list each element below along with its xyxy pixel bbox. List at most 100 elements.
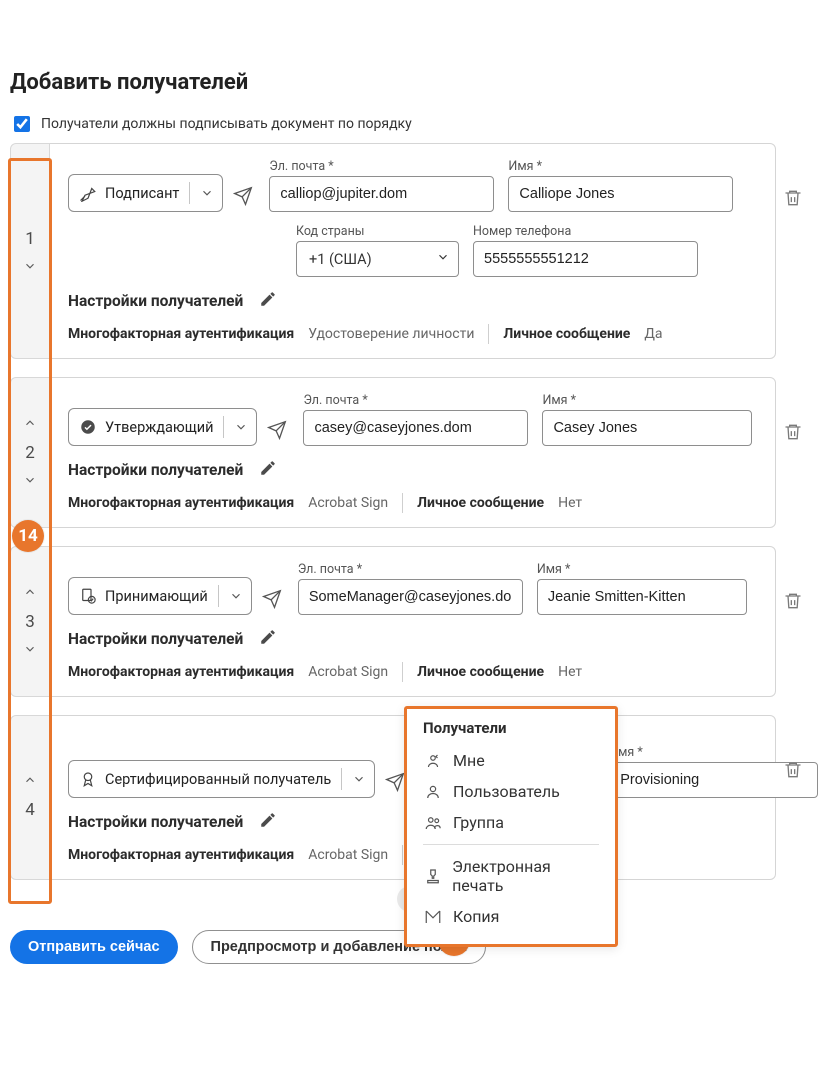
recipient-type-popup: Получатели Мне Пользователь Группа Элект… <box>404 706 618 947</box>
phone-input[interactable] <box>473 241 698 277</box>
name-input[interactable] <box>542 410 752 446</box>
pencil-icon <box>259 628 277 649</box>
paper-plane-icon[interactable] <box>262 583 284 609</box>
popup-item-group[interactable]: Группа <box>423 807 599 838</box>
name-label: Имя * <box>542 393 752 408</box>
role-label: Принимающий <box>105 588 208 605</box>
mfa-label: Многофакторная аутентификация <box>68 495 294 511</box>
pencil-icon <box>259 811 277 832</box>
page-title: Добавить получателей <box>10 70 810 95</box>
recipient-settings-title: Настройки получателей <box>68 813 243 831</box>
delete-recipient-button[interactable] <box>777 187 809 212</box>
country-code-value: +1 (США) <box>309 251 372 268</box>
order-checkbox-row[interactable]: Получатели должны подписывать документ п… <box>10 113 810 135</box>
edit-settings-button[interactable] <box>253 810 283 833</box>
ribbon-icon <box>79 770 97 788</box>
email-input[interactable] <box>298 579 523 615</box>
private-msg-value: Нет <box>558 664 582 680</box>
document-accept-icon <box>79 587 97 605</box>
country-code-label: Код страны <box>296 224 459 239</box>
popup-item-label: Копия <box>453 907 499 926</box>
user-icon <box>423 783 443 801</box>
mfa-label: Многофакторная аутентификация <box>68 847 294 863</box>
mfa-value: Acrobat Sign <box>308 847 388 863</box>
delete-recipient-button[interactable] <box>777 590 809 615</box>
delete-recipient-button[interactable] <box>777 421 809 446</box>
private-msg-label: Личное сообщение <box>503 326 630 342</box>
popup-item-me[interactable]: Мне <box>423 745 599 776</box>
recipient-settings-title: Настройки получателей <box>68 630 243 648</box>
trash-icon <box>783 760 803 783</box>
private-msg-value: Да <box>644 326 662 342</box>
private-msg-label: Личное сообщение <box>417 664 544 680</box>
edit-settings-button[interactable] <box>253 458 283 481</box>
edit-settings-button[interactable] <box>253 289 283 312</box>
name-label: Имя * <box>508 159 733 174</box>
email-label: Эл. почта * <box>269 159 494 174</box>
role-label: Сертифицированный получатель <box>105 771 331 788</box>
popup-item-label: Пользователь <box>453 782 560 801</box>
trash-icon <box>783 188 803 211</box>
recipient-card: Утверждающий Эл. почта * Имя * <box>49 377 776 528</box>
country-code-select[interactable]: +1 (США) <box>296 241 459 277</box>
role-select[interactable]: Сертифицированный получатель <box>68 760 375 798</box>
role-label: Утверждающий <box>105 419 213 436</box>
popup-divider <box>423 844 599 845</box>
email-input[interactable] <box>269 176 494 212</box>
delete-recipient-button[interactable] <box>777 759 809 784</box>
chevron-down-icon <box>200 186 214 200</box>
mfa-value: Удостоверение личности <box>308 326 474 342</box>
callout-highlight-14 <box>8 158 52 904</box>
phone-label: Номер телефона <box>473 224 698 239</box>
recipient-row: 3 Принимающий Эл. почта * <box>10 546 810 697</box>
paper-plane-icon[interactable] <box>233 180 255 206</box>
edit-settings-button[interactable] <box>253 627 283 650</box>
chevron-down-icon <box>234 420 248 434</box>
name-label: Имя * <box>537 562 747 577</box>
chevron-down-icon <box>352 772 366 786</box>
popup-item-label: Мне <box>453 751 485 770</box>
private-msg-label: Личное сообщение <box>417 495 544 511</box>
popup-item-label: Группа <box>453 813 504 832</box>
pencil-icon <box>259 290 277 311</box>
name-input[interactable] <box>537 579 747 615</box>
mfa-label: Многофакторная аутентификация <box>68 326 294 342</box>
email-input[interactable] <box>303 410 528 446</box>
private-msg-value: Нет <box>558 495 582 511</box>
paper-plane-icon[interactable] <box>267 414 289 440</box>
pen-nib-icon <box>79 184 97 202</box>
recipient-row: 2 Утверждающий Эл. почта <box>10 377 810 528</box>
popup-item-eseal[interactable]: Электронная печать <box>423 851 599 901</box>
mfa-value: Acrobat Sign <box>308 664 388 680</box>
popup-item-user[interactable]: Пользователь <box>423 776 599 807</box>
name-input[interactable] <box>508 176 733 212</box>
pencil-icon <box>259 459 277 480</box>
role-select[interactable]: Принимающий <box>68 577 252 615</box>
cc-icon <box>423 908 443 926</box>
mfa-value: Acrobat Sign <box>308 495 388 511</box>
popup-item-copy[interactable]: Копия <box>423 901 599 932</box>
stamp-icon <box>423 867 442 885</box>
recipient-card: Подписант Эл. почта * Имя * <box>49 143 776 359</box>
popup-item-label: Электронная печать <box>452 857 599 895</box>
check-circle-icon <box>79 418 97 436</box>
recipient-card: Принимающий Эл. почта * Имя * <box>49 546 776 697</box>
chevron-down-icon <box>436 250 450 268</box>
role-select[interactable]: Подписант <box>68 174 223 212</box>
me-icon <box>423 752 443 770</box>
order-checkbox[interactable] <box>14 116 30 132</box>
trash-icon <box>783 591 803 614</box>
popup-title: Получатели <box>423 719 599 737</box>
email-label: Эл. почта * <box>298 562 523 577</box>
trash-icon <box>783 422 803 445</box>
recipient-row: 1 Подписант <box>10 143 810 359</box>
recipient-settings-title: Настройки получателей <box>68 461 243 479</box>
send-now-button[interactable]: Отправить сейчас <box>10 930 178 964</box>
chevron-down-icon <box>229 589 243 603</box>
mfa-label: Многофакторная аутентификация <box>68 664 294 680</box>
role-label: Подписант <box>105 185 179 202</box>
email-label: Эл. почта * <box>303 393 528 408</box>
role-select[interactable]: Утверждающий <box>68 408 257 446</box>
group-icon <box>423 814 443 832</box>
order-checkbox-label: Получатели должны подписывать документ п… <box>41 116 412 132</box>
